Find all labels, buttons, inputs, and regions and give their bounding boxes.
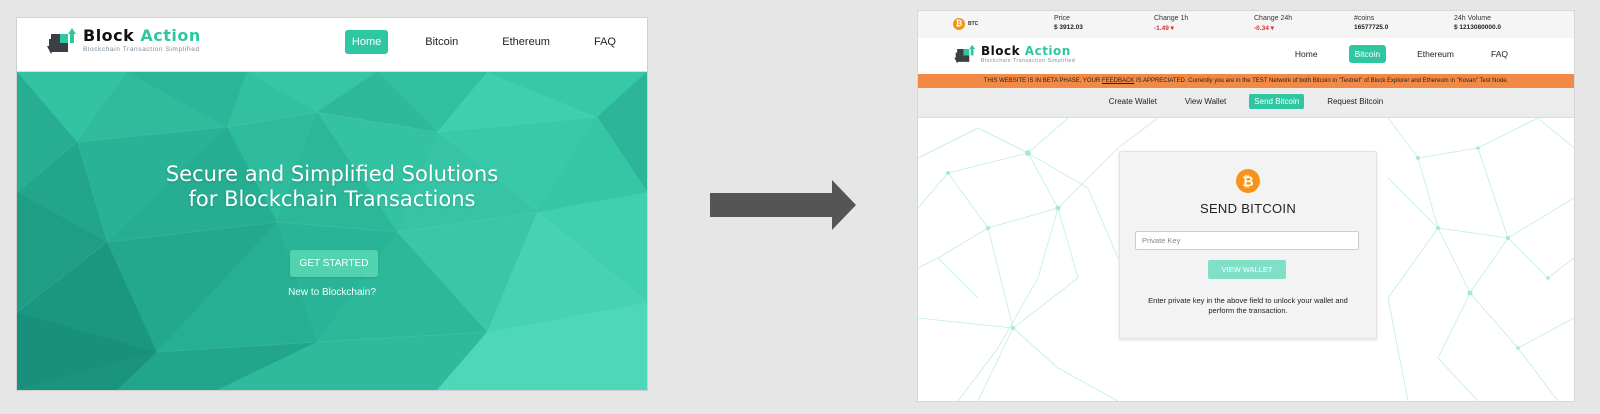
beta-banner: THIS WEBSITE IS IN BETA PHASE, YOUR FEED… — [918, 74, 1574, 88]
send-bitcoin-card: ₿ SEND BITCOIN VIEW WALLET Enter private… — [1119, 151, 1377, 339]
ticker-change-1h-value: -1.49 ▾ — [1154, 25, 1174, 32]
bitcoin-icon: ₿ — [1236, 169, 1260, 193]
ticker-change-1h: Change 1h -1.49 ▾ — [1154, 15, 1188, 32]
ticker-price: Price $ 3912.03 — [1054, 15, 1083, 31]
beta-banner-text-before: THIS WEBSITE IS IN BETA PHASE, YOUR — [983, 78, 1102, 84]
right-screenshot: ₿ BTC Price $ 3912.03 Change 1h -1.49 ▾ … — [918, 11, 1574, 401]
hero-section: Secure and Simplified Solutions for Bloc… — [17, 72, 647, 390]
logo-icon — [954, 44, 975, 64]
hero-title: Secure and Simplified Solutions for Bloc… — [17, 162, 647, 212]
beta-banner-text-after: IS APPRECIATED. Currently you are in the… — [1134, 78, 1509, 84]
hero-title-line2: for Blockchain Transactions — [188, 187, 476, 211]
logo-name-part1: Block — [981, 43, 1021, 58]
ticker-change-24h-label: Change 24h — [1254, 15, 1293, 22]
feedback-link[interactable]: FEEDBACK — [1102, 78, 1134, 84]
logo-tagline: Blockchain Transaction Simplified — [981, 57, 1076, 64]
logo-icon — [47, 28, 76, 54]
nav-ethereum[interactable]: Ethereum — [1411, 45, 1460, 63]
ticker-coins-label: #coins — [1354, 15, 1375, 22]
left-screenshot: Block Action Blockchain Transaction Simp… — [17, 18, 647, 390]
ticker-coin-symbol: BTC — [968, 21, 979, 27]
ticker-coins: #coins 16577725.0 — [1354, 15, 1388, 31]
card-title: SEND BITCOIN — [1199, 201, 1297, 216]
nav-bitcoin[interactable]: Bitcoin — [1348, 45, 1387, 63]
ticker-volume-value: $ 1213080000.0 — [1454, 24, 1501, 31]
subnav-request-bitcoin[interactable]: Request Bitcoin — [1322, 94, 1388, 109]
ticker-volume: 24h Volume $ 1213080000.0 — [1454, 15, 1501, 31]
get-started-button[interactable]: GET STARTED — [290, 250, 378, 277]
view-wallet-button[interactable]: VIEW WALLET — [1208, 260, 1286, 279]
ticker-volume-label: 24h Volume — [1454, 15, 1491, 22]
bitcoin-icon: ₿ — [953, 18, 965, 30]
subnav-send-bitcoin[interactable]: Send Bitcoin — [1249, 94, 1305, 109]
subnav-view-wallet[interactable]: View Wallet — [1180, 94, 1231, 109]
nav-faq[interactable]: FAQ — [587, 30, 623, 54]
ticker-price-value: $ 3912.03 — [1054, 24, 1083, 31]
private-key-input[interactable] — [1135, 231, 1359, 250]
bitcoin-subnav: Create Wallet View Wallet Send Bitcoin R… — [918, 88, 1574, 118]
right-nav-links: Home Bitcoin Ethereum FAQ — [1264, 45, 1514, 63]
hero-polygon-background — [17, 72, 647, 390]
nav-faq[interactable]: FAQ — [1485, 45, 1514, 63]
left-navbar: Block Action Blockchain Transaction Simp… — [17, 18, 647, 72]
logo-name-part2: Action — [1024, 43, 1071, 58]
ticker-change-1h-label: Change 1h — [1154, 15, 1189, 22]
logo-name-part1: Block — [83, 26, 135, 46]
nav-ethereum[interactable]: Ethereum — [495, 30, 557, 54]
price-ticker: ₿ BTC Price $ 3912.03 Change 1h -1.49 ▾ … — [918, 11, 1574, 39]
nav-bitcoin[interactable]: Bitcoin — [418, 30, 465, 54]
logo-tagline: Blockchain Transaction Simplified — [83, 46, 200, 54]
left-nav-links: Home Bitcoin Ethereum FAQ — [315, 30, 623, 54]
card-help-text: Enter private key in the above field to … — [1148, 296, 1348, 315]
ticker-change-24h: Change 24h -0.34 ▾ — [1254, 15, 1292, 32]
new-to-blockchain-link[interactable]: New to Blockchain? — [17, 287, 647, 298]
ticker-price-label: Price — [1054, 15, 1070, 22]
right-logo[interactable]: Block Action Blockchain Transaction Simp… — [954, 44, 1075, 64]
nav-home[interactable]: Home — [344, 30, 389, 54]
subnav-create-wallet[interactable]: Create Wallet — [1104, 94, 1162, 109]
right-navbar: Block Action Blockchain Transaction Simp… — [918, 38, 1574, 75]
left-logo[interactable]: Block Action Blockchain Transaction Simp… — [47, 27, 201, 55]
ticker-coins-value: 16577725.0 — [1354, 24, 1389, 31]
right-arrow-icon — [710, 180, 856, 230]
nav-home[interactable]: Home — [1289, 45, 1324, 63]
hero-title-line1: Secure and Simplified Solutions — [165, 162, 499, 186]
ticker-change-24h-value: -0.34 ▾ — [1254, 25, 1274, 32]
logo-name-part2: Action — [140, 26, 201, 46]
